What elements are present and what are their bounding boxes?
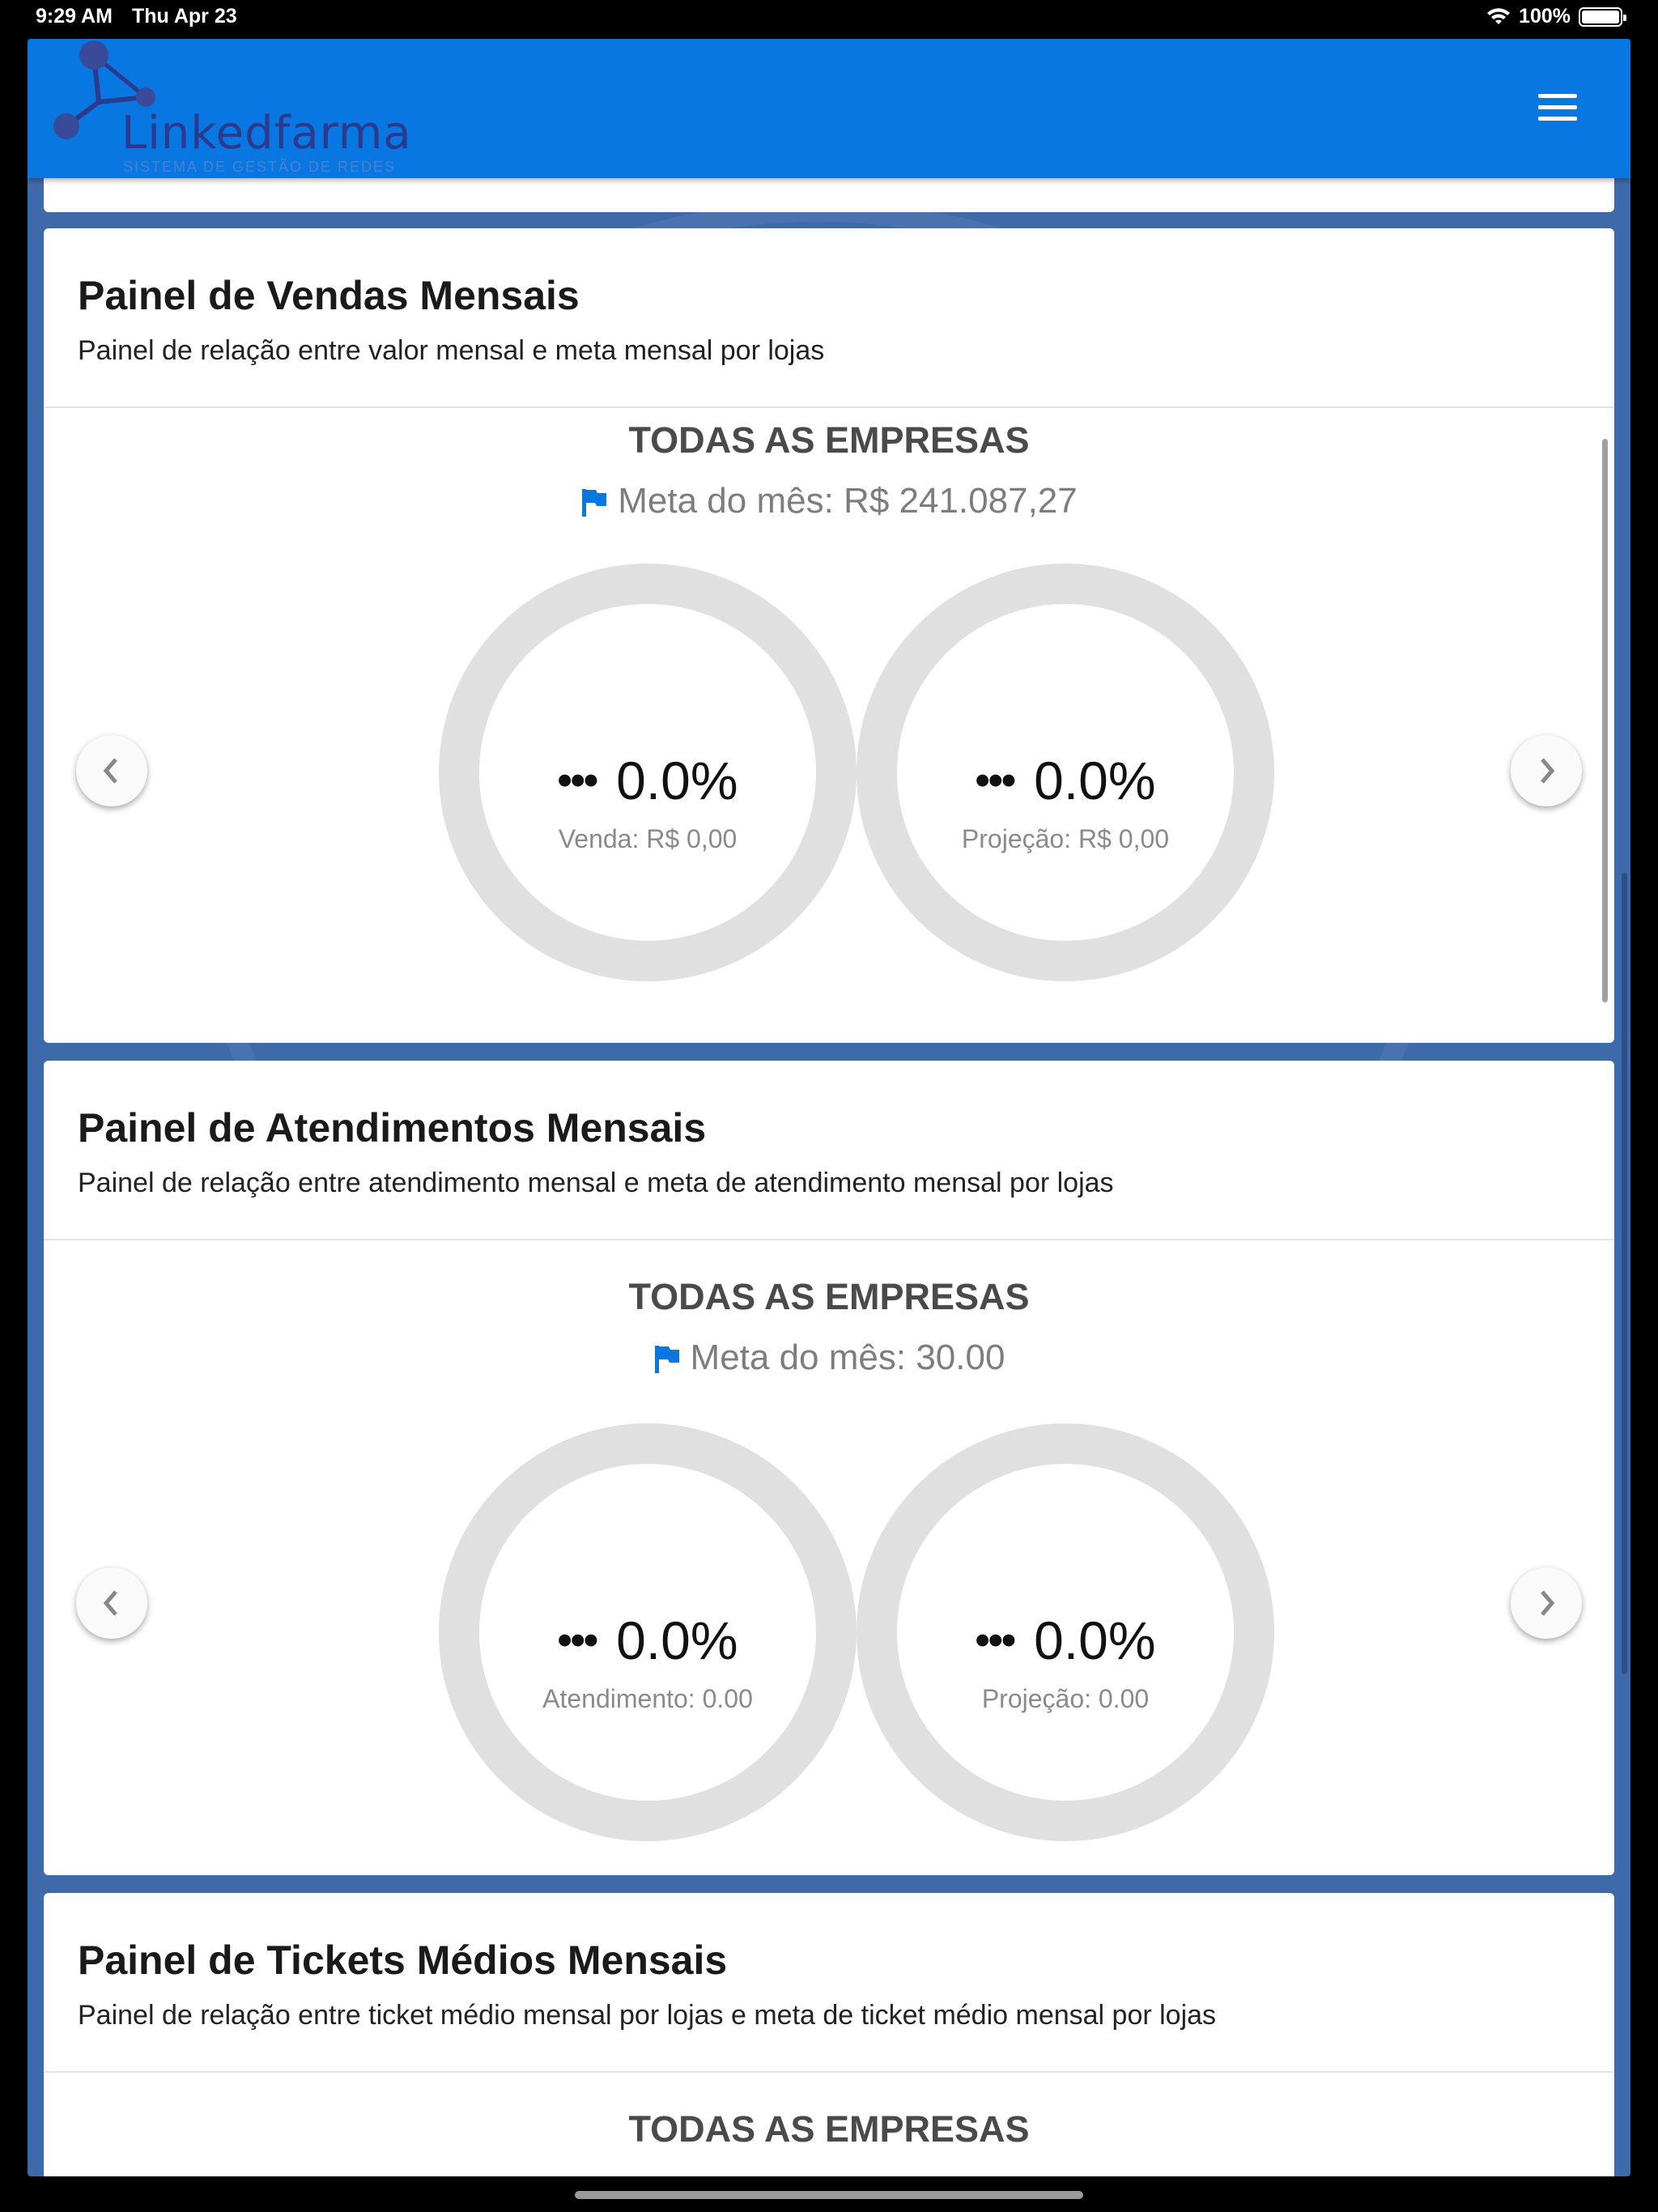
projection-progress-ring: ••• 0.0% Projeção: R$ 0,00 (857, 564, 1274, 981)
service-carousel: TODAS AS EMPRESAS Meta do mês: 30.00 •••… (44, 1240, 1614, 1875)
card-description: Painel de relação entre atendimento mens… (78, 1168, 1114, 1198)
projection-progress-ring: ••• 0.0% Projeção: 0.00 (857, 1423, 1274, 1841)
card-title: Painel de Tickets Médios Mensais (78, 1938, 728, 1983)
chevron-left-icon (103, 758, 117, 784)
monthly-goal-text: Meta do mês: R$ 241.087,27 (618, 481, 1078, 521)
chevron-right-icon (1541, 1590, 1555, 1616)
company-name: TODAS AS EMPRESAS (628, 419, 1030, 461)
projection-value-label: Projeção: 0.00 (981, 1684, 1150, 1713)
logo-text: Linkedfarma (121, 107, 412, 160)
chevron-right-icon (1541, 758, 1555, 784)
ellipsis-icon: ••• (557, 757, 598, 804)
flag-icon (582, 489, 607, 517)
page-scrollbar[interactable] (1622, 873, 1627, 1674)
battery-icon (1579, 6, 1626, 27)
tickets-panel-card: Painel de Tickets Médios Mensais Painel … (44, 1893, 1614, 2176)
card-header: Painel de Atendimentos Mensais Painel de… (44, 1061, 1614, 1240)
projection-percent: 0.0% (1034, 751, 1156, 810)
carousel-prev-button[interactable] (76, 735, 147, 806)
sales-carousel: TODAS AS EMPRESAS Meta do mês: R$ 241.08… (44, 408, 1614, 1043)
previous-card-bottom (44, 178, 1614, 212)
carousel-next-button[interactable] (1511, 1568, 1582, 1639)
card-description: Painel de relação entre valor mensal e m… (78, 335, 825, 366)
status-date: Thu Apr 23 (132, 5, 237, 28)
app-window: Linkedfarma SISTEMA DE GESTÃO DE REDES P… (28, 39, 1630, 2176)
ellipsis-icon: ••• (975, 1617, 1016, 1664)
flag-icon (654, 1346, 679, 1374)
status-bar: 9:29 AM Thu Apr 23 100% (0, 0, 1658, 39)
company-name: TODAS AS EMPRESAS (628, 1276, 1030, 1317)
status-right: 100% (1486, 5, 1626, 28)
carousel-prev-button[interactable] (76, 1568, 147, 1639)
monthly-goal-text: Meta do mês: 30.00 (690, 1338, 1005, 1377)
logo-subtitle: SISTEMA DE GESTÃO DE REDES (123, 159, 397, 175)
projection-percent: 0.0% (1034, 1610, 1156, 1670)
sales-value-label: Venda: R$ 0,00 (558, 824, 738, 853)
ellipsis-icon: ••• (975, 757, 1016, 804)
tickets-carousel: TODAS AS EMPRESAS (44, 2073, 1614, 2176)
status-time: 9:29 AM (36, 5, 113, 28)
sales-progress-ring: ••• 0.0% Venda: R$ 0,00 (439, 564, 857, 981)
chevron-left-icon (103, 1590, 117, 1616)
card-title: Painel de Vendas Mensais (78, 273, 580, 318)
service-progress-ring: ••• 0.0% Atendimento: 0.00 (439, 1423, 857, 1841)
company-name: TODAS AS EMPRESAS (628, 2108, 1030, 2150)
projection-value-label: Projeção: R$ 0,00 (961, 824, 1170, 853)
battery-percent: 100% (1519, 5, 1571, 28)
monthly-goal: Meta do mês: 30.00 (44, 1338, 1614, 1378)
hamburger-menu-icon[interactable] (1538, 94, 1577, 123)
sales-panel-card: Painel de Vendas Mensais Painel de relaç… (44, 228, 1614, 1043)
app-header: Linkedfarma SISTEMA DE GESTÃO DE REDES (28, 39, 1630, 178)
carousel-next-button[interactable] (1511, 735, 1582, 806)
panel-scrollbar[interactable] (1602, 439, 1608, 1002)
card-description: Painel de relação entre ticket médio men… (78, 2000, 1217, 2031)
wifi-icon (1487, 7, 1511, 24)
card-title: Painel de Atendimentos Mensais (78, 1105, 707, 1151)
service-value-label: Atendimento: 0.00 (542, 1684, 753, 1713)
linkedfarma-logo[interactable]: Linkedfarma SISTEMA DE GESTÃO DE REDES (49, 39, 411, 178)
home-indicator[interactable] (575, 2191, 1083, 2199)
monthly-goal: Meta do mês: R$ 241.087,27 (44, 481, 1614, 521)
card-header: Painel de Vendas Mensais Painel de relaç… (44, 228, 1614, 408)
sales-percent: 0.0% (616, 751, 738, 810)
ellipsis-icon: ••• (557, 1617, 598, 1664)
service-panel-card: Painel de Atendimentos Mensais Painel de… (44, 1061, 1614, 1875)
service-percent: 0.0% (616, 1610, 738, 1670)
card-header: Painel de Tickets Médios Mensais Painel … (44, 1893, 1614, 2073)
